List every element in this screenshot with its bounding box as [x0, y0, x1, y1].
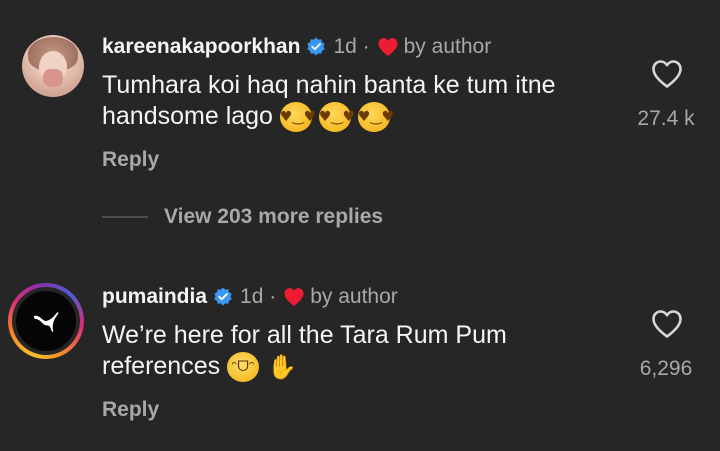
avatar[interactable]: [8, 283, 84, 359]
comment-text: We’re here for all the Tara Rum Pum refe…: [102, 321, 507, 380]
author-liked-heart-icon: [284, 288, 304, 307]
comment-body: We’re here for all the Tara Rum Pum refe…: [102, 320, 622, 383]
reply-button[interactable]: Reply: [102, 148, 159, 172]
comments-panel: kareenakapoorkhan 1d · by author Tumhara…: [0, 0, 720, 451]
liked-by-author-label: by author: [310, 285, 398, 308]
view-more-replies-label: View 203 more replies: [164, 205, 384, 228]
liked-by-author-label: by author: [403, 35, 492, 58]
smiling-face-with-hearts-icon: ♥‿♥: [279, 102, 316, 133]
verified-badge-icon: [214, 287, 232, 306]
replies-divider-line: [102, 216, 148, 218]
smiling-face-with-hearts-icon: ♥‿♥: [357, 102, 394, 133]
handshake-icon: ✋: [267, 353, 297, 382]
comment-header: pumaindia 1d · by author: [102, 285, 398, 309]
comment-time: 1d ·: [333, 35, 370, 58]
verified-badge-icon: [307, 37, 326, 56]
like-heart-icon[interactable]: [651, 309, 683, 339]
comment-body: Tumhara koi haq nahin banta ke tum itne …: [102, 70, 622, 133]
smiling-face-with-hearts-icon: ♥‿♥: [318, 102, 355, 133]
view-more-replies-button[interactable]: View 203 more replies: [102, 205, 383, 229]
author-liked-heart-icon: [378, 38, 398, 57]
like-heart-icon[interactable]: [651, 59, 683, 89]
like-count: 6,296: [639, 357, 693, 380]
username[interactable]: pumaindia: [102, 285, 207, 309]
puma-logo-icon: [16, 291, 76, 351]
like-count: 27.4 k: [637, 107, 695, 130]
avatar[interactable]: [22, 35, 84, 97]
reply-button[interactable]: Reply: [102, 398, 159, 422]
face-with-tears-of-joy-icon: ᵔᗜᵔ: [227, 352, 260, 383]
comment-header: kareenakapoorkhan 1d · by author: [102, 35, 491, 59]
username[interactable]: kareenakapoorkhan: [102, 35, 300, 59]
comment-item: kareenakapoorkhan 1d · by author Tumhara…: [0, 0, 720, 190]
comment-time: 1d ·: [240, 285, 277, 308]
